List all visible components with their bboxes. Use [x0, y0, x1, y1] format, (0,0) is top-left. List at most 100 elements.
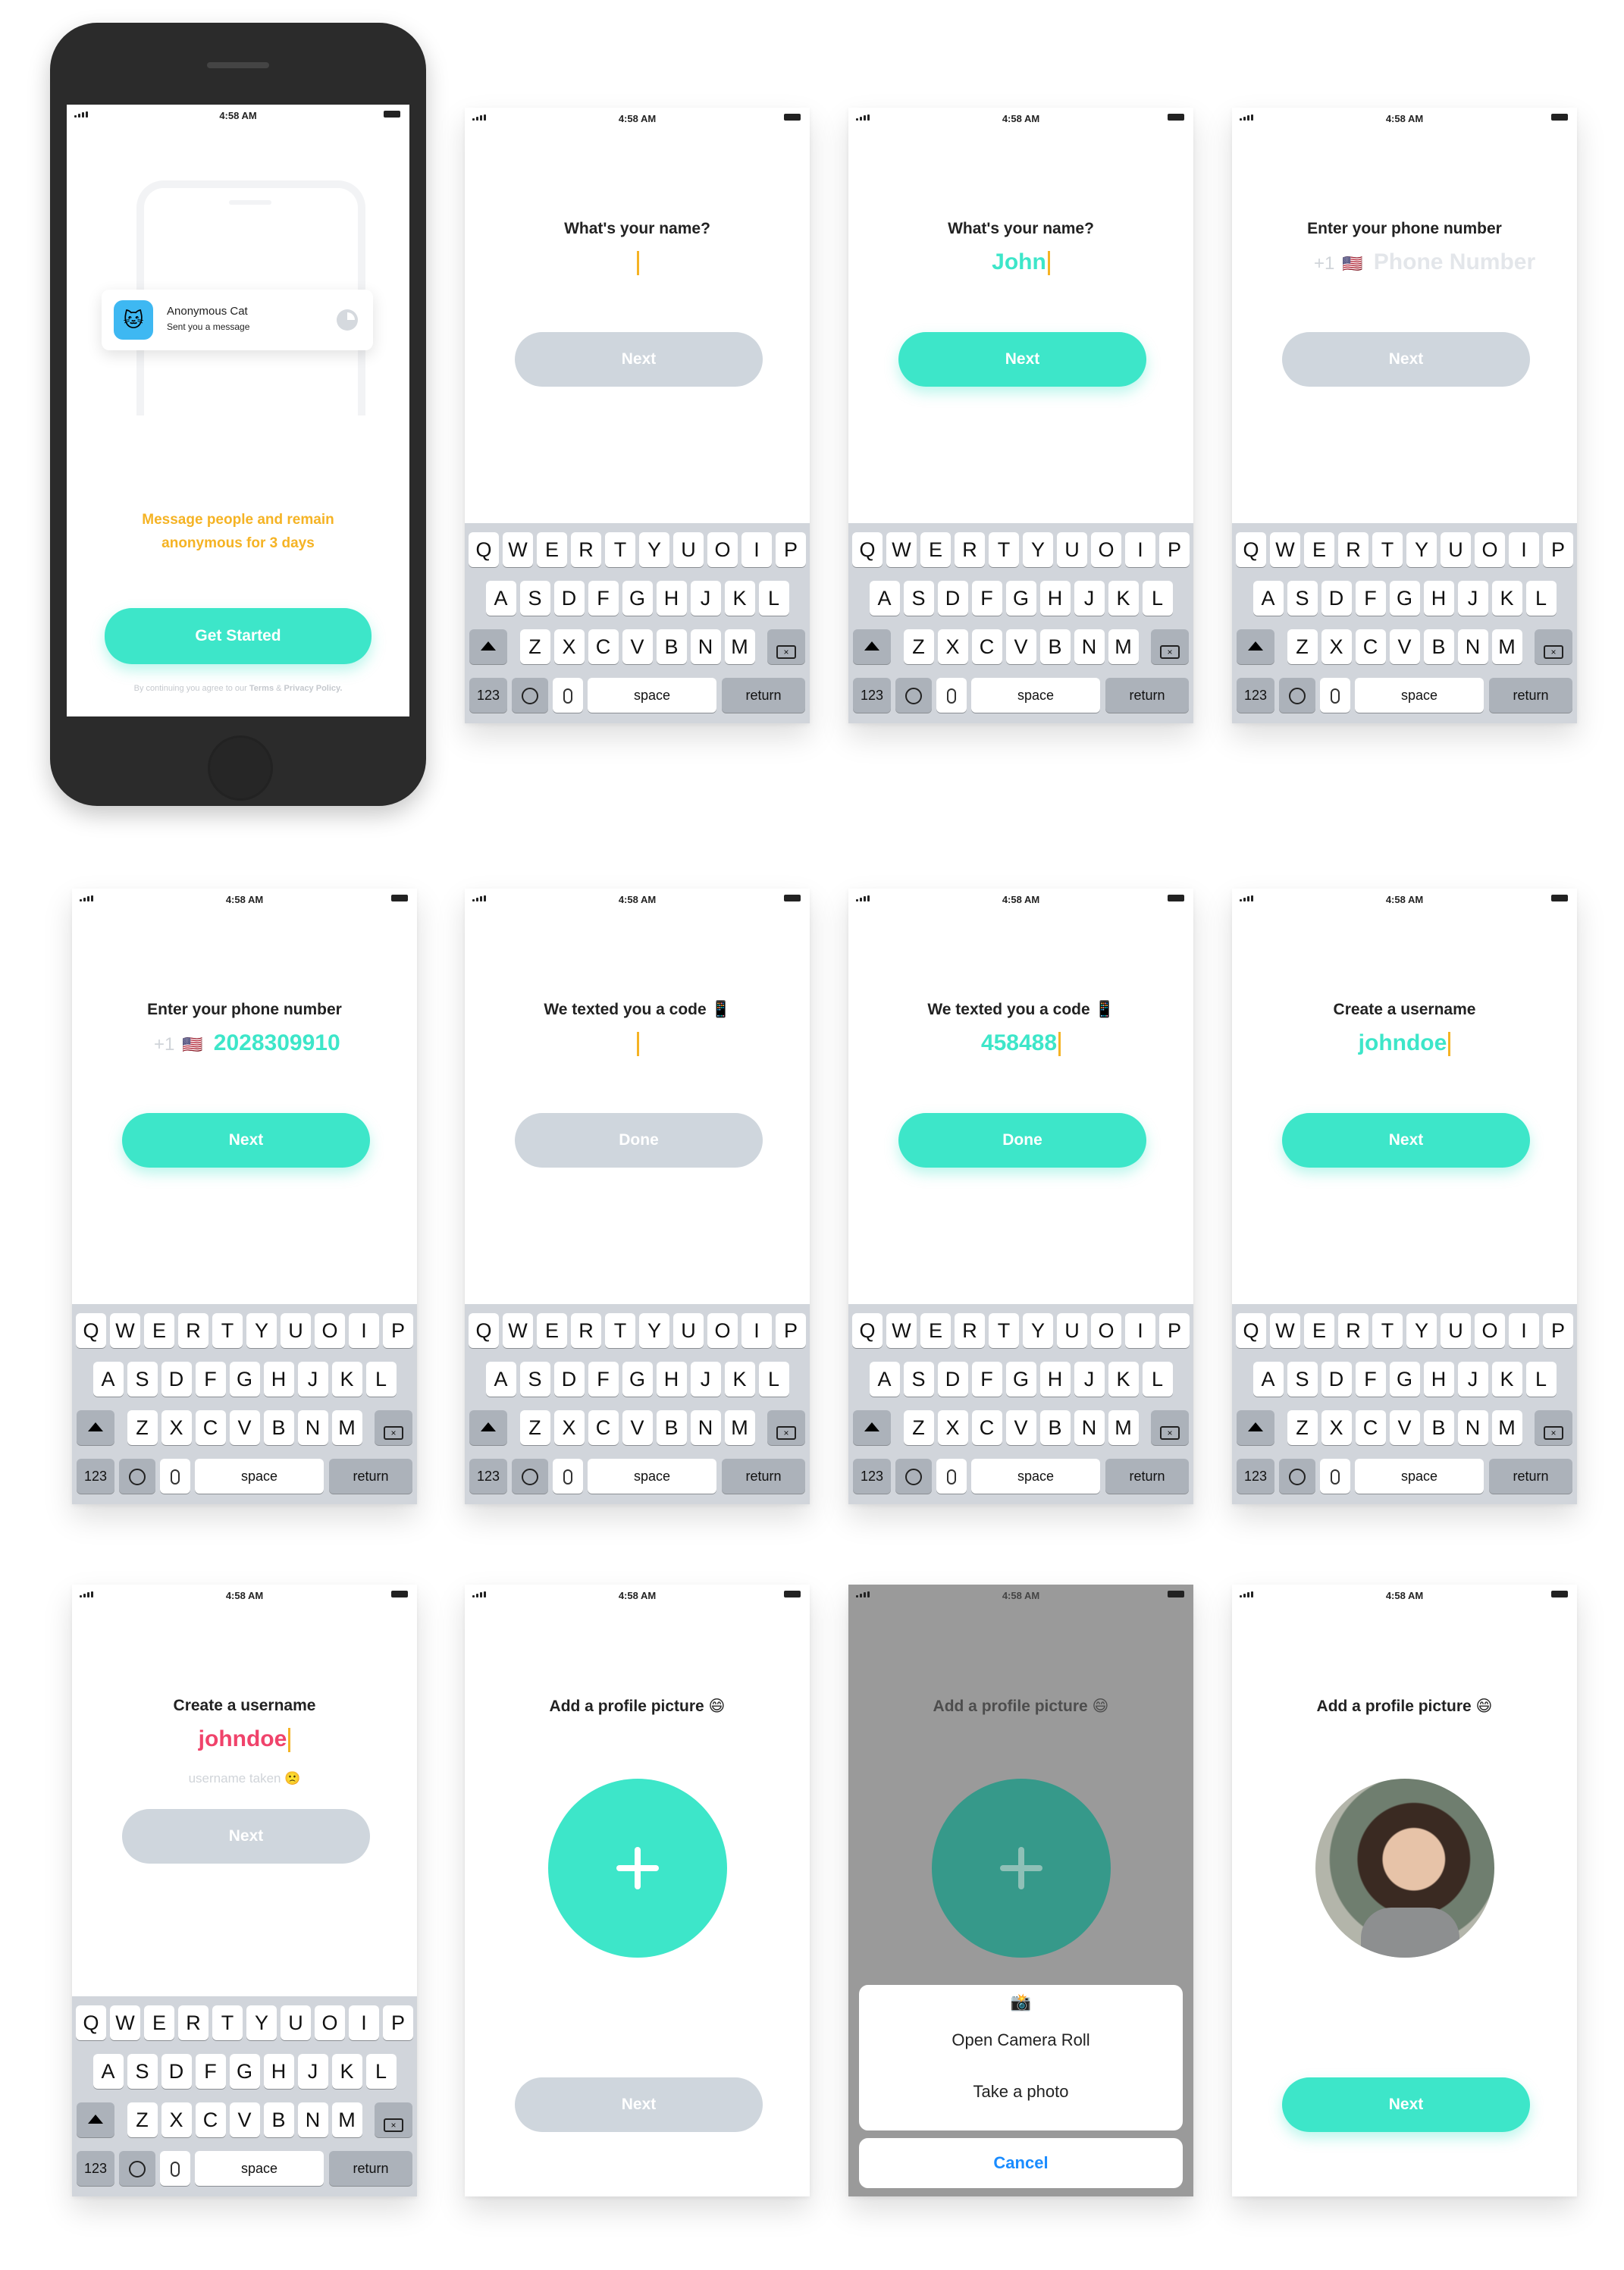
key-h[interactable]: H: [263, 2054, 294, 2089]
key-i[interactable]: I: [1125, 1313, 1155, 1348]
key-x[interactable]: X: [161, 2102, 192, 2137]
delete-key[interactable]: ×: [375, 1410, 412, 1445]
key-j[interactable]: J: [297, 2054, 328, 2089]
answer-field[interactable]: johndoe: [1232, 1028, 1577, 1058]
next-button[interactable]: Next: [1282, 2077, 1530, 2132]
key-g[interactable]: G: [1389, 1362, 1420, 1397]
numbers-key[interactable]: 123: [77, 1459, 114, 1494]
key-v[interactable]: V: [1005, 629, 1036, 664]
emoji-key[interactable]: [895, 1459, 932, 1494]
numbers-key[interactable]: 123: [1237, 1459, 1274, 1494]
answer-field[interactable]: John: [848, 247, 1193, 277]
key-t[interactable]: T: [1372, 1313, 1403, 1348]
key-s[interactable]: S: [519, 1362, 550, 1397]
key-l[interactable]: L: [1525, 581, 1557, 616]
key-e[interactable]: E: [920, 532, 951, 567]
key-x[interactable]: X: [161, 1410, 192, 1445]
delete-key[interactable]: ×: [1151, 1410, 1189, 1445]
key-q[interactable]: Q: [469, 1313, 499, 1348]
emoji-key[interactable]: [512, 1459, 548, 1494]
key-c[interactable]: C: [588, 1410, 619, 1445]
key-b[interactable]: B: [1423, 1410, 1454, 1445]
key-k[interactable]: K: [1108, 581, 1139, 616]
key-r[interactable]: R: [955, 1313, 985, 1348]
key-r[interactable]: R: [178, 1313, 208, 1348]
key-y[interactable]: Y: [639, 532, 669, 567]
key-z[interactable]: Z: [127, 1410, 158, 1445]
key-a[interactable]: A: [92, 1362, 124, 1397]
key-n[interactable]: N: [297, 2102, 328, 2137]
mic-key[interactable]: [160, 1459, 190, 1494]
key-n[interactable]: N: [690, 629, 721, 664]
key-n[interactable]: N: [1457, 629, 1488, 664]
key-d[interactable]: D: [553, 1362, 585, 1397]
key-i[interactable]: I: [741, 1313, 772, 1348]
space-key[interactable]: space: [1355, 678, 1484, 713]
key-d[interactable]: D: [1321, 1362, 1352, 1397]
key-a[interactable]: A: [485, 581, 516, 616]
key-e[interactable]: E: [144, 2005, 174, 2040]
key-w[interactable]: W: [110, 1313, 140, 1348]
numbers-key[interactable]: 123: [77, 2151, 114, 2186]
emoji-key[interactable]: [119, 2151, 155, 2186]
key-c[interactable]: C: [1355, 629, 1386, 664]
space-key[interactable]: space: [195, 2151, 324, 2186]
home-button[interactable]: [208, 735, 273, 801]
emoji-key[interactable]: [119, 1459, 155, 1494]
key-j[interactable]: J: [1074, 581, 1105, 616]
return-key[interactable]: return: [722, 678, 805, 713]
key-m[interactable]: M: [1108, 1410, 1139, 1445]
key-y[interactable]: Y: [1406, 532, 1437, 567]
emoji-key[interactable]: [895, 678, 932, 713]
key-s[interactable]: S: [519, 581, 550, 616]
key-u[interactable]: U: [281, 1313, 311, 1348]
key-u[interactable]: U: [1441, 1313, 1471, 1348]
key-m[interactable]: M: [331, 2102, 362, 2137]
key-q[interactable]: Q: [1236, 532, 1266, 567]
delete-key[interactable]: ×: [1151, 629, 1189, 664]
key-p[interactable]: P: [1543, 1313, 1573, 1348]
key-o[interactable]: O: [1475, 1313, 1505, 1348]
key-o[interactable]: O: [1475, 532, 1505, 567]
numbers-key[interactable]: 123: [1237, 678, 1274, 713]
key-v[interactable]: V: [1389, 629, 1420, 664]
key-r[interactable]: R: [955, 532, 985, 567]
key-r[interactable]: R: [178, 2005, 208, 2040]
key-d[interactable]: D: [553, 581, 585, 616]
shift-key[interactable]: [853, 629, 891, 664]
done-button[interactable]: Done: [515, 1113, 763, 1168]
next-button[interactable]: Next: [122, 1809, 370, 1864]
key-y[interactable]: Y: [246, 2005, 277, 2040]
key-n[interactable]: N: [1074, 1410, 1105, 1445]
key-c[interactable]: C: [195, 2102, 226, 2137]
key-z[interactable]: Z: [519, 629, 550, 664]
answer-field[interactable]: johndoe: [72, 1724, 417, 1754]
return-key[interactable]: return: [1489, 678, 1572, 713]
key-n[interactable]: N: [1457, 1410, 1488, 1445]
key-h[interactable]: H: [1039, 581, 1071, 616]
key-u[interactable]: U: [1441, 532, 1471, 567]
key-l[interactable]: L: [758, 581, 789, 616]
add-photo-button[interactable]: [932, 1779, 1111, 1958]
answer-field[interactable]: +1 🇺🇸 Phone Number: [1232, 247, 1577, 277]
shift-key[interactable]: [853, 1410, 891, 1445]
key-i[interactable]: I: [1509, 532, 1539, 567]
key-x[interactable]: X: [553, 629, 585, 664]
key-x[interactable]: X: [937, 1410, 968, 1445]
key-k[interactable]: K: [331, 1362, 362, 1397]
key-w[interactable]: W: [503, 1313, 533, 1348]
key-k[interactable]: K: [1108, 1362, 1139, 1397]
key-j[interactable]: J: [297, 1362, 328, 1397]
key-q[interactable]: Q: [76, 1313, 106, 1348]
key-y[interactable]: Y: [246, 1313, 277, 1348]
key-n[interactable]: N: [1074, 629, 1105, 664]
key-t[interactable]: T: [212, 2005, 243, 2040]
key-a[interactable]: A: [92, 2054, 124, 2089]
key-p[interactable]: P: [776, 1313, 806, 1348]
return-key[interactable]: return: [722, 1459, 805, 1494]
key-y[interactable]: Y: [639, 1313, 669, 1348]
key-x[interactable]: X: [937, 629, 968, 664]
key-a[interactable]: A: [1252, 1362, 1284, 1397]
key-p[interactable]: P: [776, 532, 806, 567]
key-j[interactable]: J: [690, 581, 721, 616]
